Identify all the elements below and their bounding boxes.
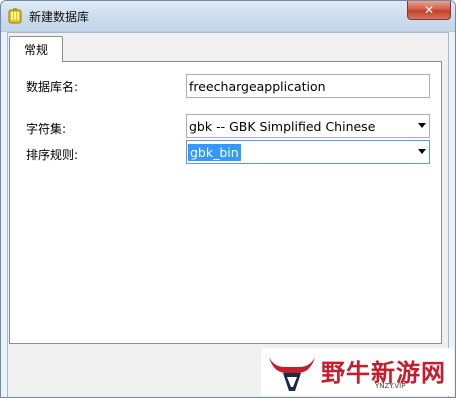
tab-general[interactable]: 常规 [9,36,63,62]
collation-label: 排序规则: [26,148,79,162]
title-bar[interactable]: 新建数据库 ✕ [1,1,455,32]
database-name-label: 数据库名: [26,80,79,94]
database-name-input[interactable] [186,74,430,98]
collation-select[interactable]: gbk_bin [186,140,430,164]
chevron-down-icon[interactable] [418,123,426,128]
window-title: 新建数据库 [29,10,90,24]
general-tab-panel [9,61,442,344]
watermark-subtext: YNZY.VIP [375,382,406,390]
close-icon: ✕ [423,3,435,17]
charset-value: gbk -- GBK Simplified Chinese [189,118,376,134]
tab-general-label: 常规 [23,43,48,57]
database-icon [8,8,22,24]
watermark: 野牛新游网 YNZY.VIP [261,348,454,396]
chevron-down-icon[interactable] [418,149,426,154]
collation-value: gbk_bin [188,143,241,161]
bull-logo-icon [269,357,315,391]
charset-select[interactable]: gbk -- GBK Simplified Chinese [186,114,430,138]
charset-label: 字符集: [26,122,67,136]
close-button[interactable]: ✕ [407,1,451,20]
